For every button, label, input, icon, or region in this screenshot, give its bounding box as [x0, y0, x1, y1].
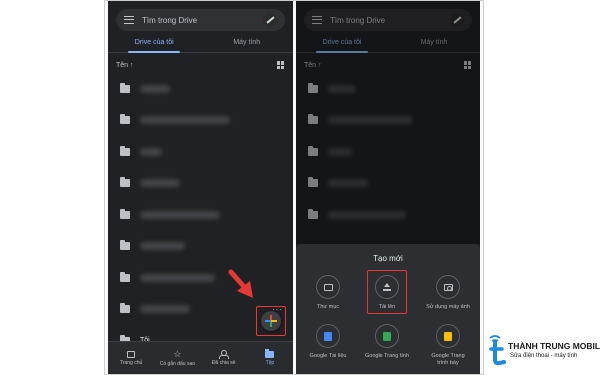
- option-label: Google Trang tính: [364, 353, 410, 359]
- fab-highlight: [256, 306, 286, 336]
- nav-label: Đã chia sẻ: [211, 360, 236, 366]
- nav-files[interactable]: Tệp: [247, 342, 293, 374]
- blurred-folder-name: [140, 84, 170, 93]
- sort-row: Tên ↑: [116, 59, 285, 71]
- blurred-folder-name: [140, 179, 180, 188]
- folder-icon: [120, 208, 130, 219]
- home-icon: [127, 350, 136, 358]
- folder-row[interactable]: [108, 73, 293, 105]
- folder-row[interactable]: [108, 199, 293, 231]
- drive-files-screen: Tìm trong Drive Drive của tôi Máy tính T…: [108, 1, 293, 374]
- option-folder[interactable]: Thư mục: [298, 275, 358, 311]
- option-google-sheets[interactable]: Google Trang tính: [357, 324, 417, 360]
- blurred-folder-name: [140, 305, 190, 314]
- blurred-folder-name: [140, 147, 162, 156]
- folder-icon: [120, 303, 130, 314]
- camera-icon: [443, 283, 453, 291]
- folder-icon: [120, 240, 130, 251]
- option-label: Sử dụng máy ảnh: [426, 304, 470, 310]
- folder-row[interactable]: [108, 262, 293, 294]
- nav-label: Có gắn dấu sao: [159, 360, 196, 367]
- blurred-folder-name: [140, 116, 230, 125]
- drive-create-new-screen: Tìm trong Drive Drive của tôi Máy tính T…: [296, 1, 480, 374]
- dim-overlay[interactable]: [296, 1, 480, 244]
- option-label: Tải lên: [378, 304, 396, 310]
- new-button[interactable]: [261, 311, 281, 331]
- blurred-folder-name: [140, 242, 185, 251]
- search-bar[interactable]: Tìm trong Drive: [116, 9, 285, 31]
- option-camera[interactable]: Sử dụng máy ảnh: [418, 275, 478, 311]
- slides-icon: [444, 331, 452, 341]
- nav-starred[interactable]: ☆ Có gắn dấu sao: [154, 342, 200, 374]
- option-google-slides[interactable]: Google Trang trình bày: [418, 324, 478, 367]
- upload-icon: [383, 283, 391, 291]
- folder-row[interactable]: [108, 231, 293, 263]
- star-icon: ☆: [173, 348, 182, 359]
- folder-row[interactable]: [108, 136, 293, 168]
- tab-computers[interactable]: Máy tính: [201, 35, 294, 52]
- folder-icon: [120, 177, 130, 188]
- tab-bar: Drive của tôi Máy tính: [108, 35, 293, 53]
- menu-icon[interactable]: [124, 16, 134, 24]
- folder-icon: [265, 348, 275, 358]
- folder-row[interactable]: [108, 168, 293, 200]
- folder-icon: [120, 145, 130, 156]
- folder-row[interactable]: [108, 105, 293, 137]
- nav-shared[interactable]: Đã chia sẻ: [201, 342, 247, 374]
- brand-name: THÀNH TRUNG MOBILE: [508, 341, 600, 351]
- option-label: Google Trang trình bày: [431, 353, 465, 366]
- brand-logo-icon: [489, 335, 506, 366]
- sheets-icon: [383, 331, 391, 341]
- blurred-folder-name: [140, 210, 220, 219]
- grid-view-icon[interactable]: [277, 61, 285, 69]
- bottom-nav: Trang chủ ☆ Có gắn dấu sao Đã chia sẻ Tệp: [108, 341, 293, 374]
- option-label: Google Tài liệu: [309, 353, 347, 359]
- option-google-docs[interactable]: Google Tài liệu: [298, 324, 358, 360]
- tab-my-drive[interactable]: Drive của tôi: [108, 35, 201, 53]
- brand-slogan: Sửa điện thoại - máy tính: [510, 353, 578, 359]
- folder-icon: [323, 283, 333, 291]
- nav-label: Trang chủ: [119, 359, 143, 366]
- docs-icon: [324, 331, 332, 341]
- nav-home[interactable]: Trang chủ: [108, 342, 154, 374]
- sheet-title: Tạo mới: [373, 254, 403, 263]
- folder-icon: [120, 271, 130, 282]
- blurred-folder-name: [140, 273, 215, 282]
- nav-label: Tệp: [265, 359, 275, 366]
- red-arrow-icon: [228, 269, 253, 298]
- option-label: Thư mục: [316, 304, 340, 310]
- folder-icon: [120, 114, 130, 125]
- search-placeholder: Tìm trong Drive: [142, 15, 198, 25]
- avatar[interactable]: [263, 13, 277, 27]
- create-new-sheet: Tạo mới Thư mục Tải lên Sử dụng máy ảnh …: [296, 244, 480, 374]
- brand-watermark: THÀNH TRUNG MOBILE Sửa điện thoại - máy …: [488, 330, 600, 370]
- option-upload[interactable]: Tải lên: [357, 275, 417, 311]
- sort-by-name[interactable]: Tên ↑: [116, 62, 134, 69]
- people-icon: [219, 350, 230, 359]
- folder-icon: [120, 82, 130, 93]
